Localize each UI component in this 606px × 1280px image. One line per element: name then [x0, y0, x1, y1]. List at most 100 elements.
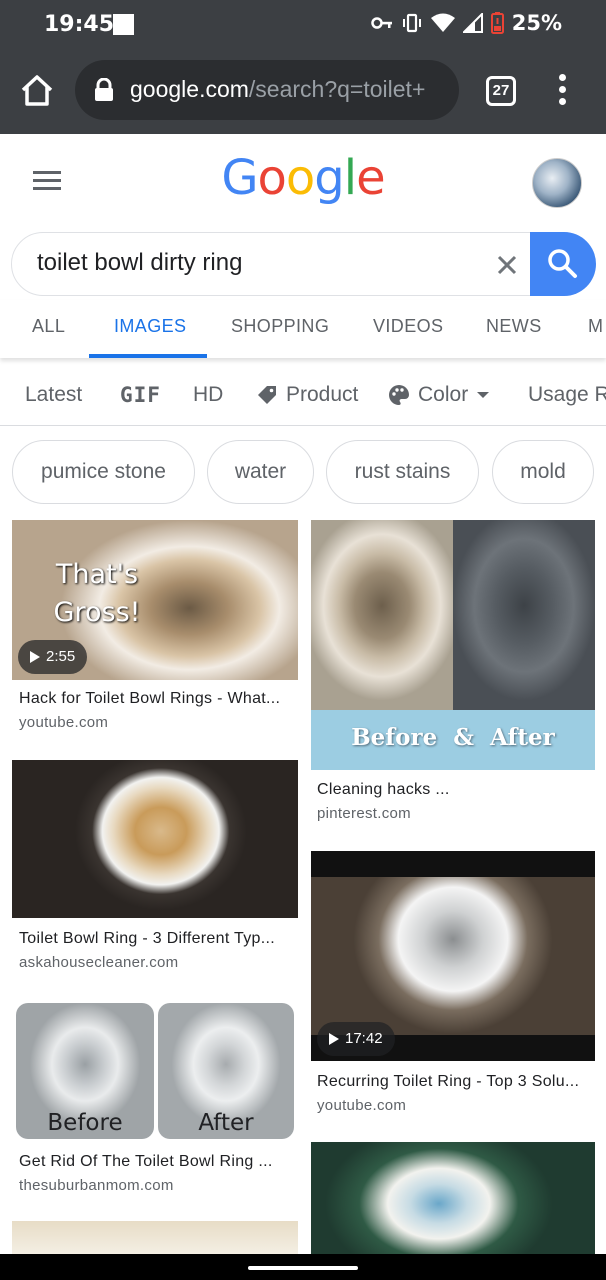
search-input[interactable]: toilet bowl dirty ring — [37, 249, 242, 277]
image-result[interactable]: Before & After Cleaning hacks ... pinter… — [311, 520, 595, 830]
play-icon — [329, 1033, 339, 1045]
logo-letter: l — [343, 150, 357, 206]
result-source: askahousecleaner.com — [19, 954, 179, 971]
result-source: youtube.com — [19, 714, 109, 731]
result-thumbnail: 17:42 — [311, 851, 595, 1061]
url-text: google.com/search?q=toilet+ — [130, 76, 425, 103]
result-source: thesuburbanmom.com — [19, 1177, 174, 1194]
result-source: youtube.com — [317, 1097, 407, 1114]
result-title: Hack for Toilet Bowl Rings - What... — [19, 690, 281, 707]
dropdown-arrow-icon — [477, 392, 490, 398]
filter-hd[interactable]: HD — [193, 383, 223, 407]
tab-videos[interactable]: VIDEOS — [373, 316, 443, 337]
result-title: Cleaning hacks ... — [317, 781, 450, 798]
logo-letter: o — [257, 150, 287, 206]
url-host: google.com — [130, 76, 249, 102]
wifi-icon — [430, 13, 455, 32]
chip-mold[interactable]: mold — [492, 440, 594, 504]
filter-product-label: Product — [286, 383, 359, 406]
logo-letter: g — [314, 150, 344, 206]
search-button[interactable] — [530, 232, 596, 296]
result-thumbnail: That's Gross! 2:55 — [12, 520, 298, 680]
browser-toolbar: google.com/search?q=toilet+ 27 — [0, 48, 606, 134]
search-tabs: ALL IMAGES SHOPPING VIDEOS NEWS M — [0, 300, 606, 358]
search-box[interactable]: toilet bowl dirty ring — [11, 232, 596, 296]
duration-text: 17:42 — [345, 1030, 383, 1047]
vibrate-icon — [402, 13, 421, 33]
status-time: 19:45 — [44, 12, 115, 37]
overlay-caption: That's Gross! — [53, 559, 141, 628]
filter-hd-label: HD — [193, 383, 224, 406]
status-bar: 19:45 25% — [0, 0, 606, 48]
filter-usage-label: Usage R — [528, 383, 606, 406]
notification-icon — [113, 14, 134, 35]
palette-icon — [389, 385, 409, 405]
tab-more[interactable]: M — [588, 316, 603, 337]
address-bar[interactable]: google.com/search?q=toilet+ — [75, 60, 459, 120]
overlay-caption: Before & After — [351, 724, 555, 751]
image-result[interactable]: 17:42 Recurring Toilet Ring - Top 3 Solu… — [311, 851, 595, 1121]
result-thumbnail: Before After — [12, 1000, 298, 1142]
tab-shopping[interactable]: SHOPPING — [231, 316, 329, 337]
duration-text: 2:55 — [46, 648, 76, 665]
result-thumbnail — [12, 760, 298, 918]
filter-latest[interactable]: Latest — [25, 383, 82, 407]
after-photo — [453, 520, 595, 710]
video-duration-badge: 2:55 — [18, 640, 88, 674]
filter-latest-label: Latest — [25, 383, 83, 406]
clear-icon[interactable] — [490, 248, 524, 282]
result-thumbnail — [311, 1142, 595, 1254]
result-title: Toilet Bowl Ring - 3 Different Typ... — [19, 930, 275, 947]
logo-letter: e — [356, 150, 386, 206]
tab-all[interactable]: ALL — [32, 316, 65, 337]
tab-switcher-button[interactable]: 27 — [486, 76, 516, 106]
search-icon — [548, 249, 577, 278]
filter-color-label: Color — [418, 383, 469, 406]
chip-pumice-stone[interactable]: pumice stone — [12, 440, 195, 504]
chip-rust-stains[interactable]: rust stains — [326, 440, 479, 504]
image-result[interactable] — [311, 1142, 595, 1254]
battery-percent: 25% — [511, 11, 562, 35]
tab-news[interactable]: NEWS — [486, 316, 542, 337]
filter-gif-label: GIF — [120, 383, 161, 407]
result-title: Get Rid Of The Toilet Bowl Ring ... — [19, 1153, 273, 1170]
caption-band: Before & After — [311, 710, 595, 770]
result-thumbnail — [12, 1221, 298, 1254]
image-result[interactable]: Toilet Bowl Ring - 3 Different Typ... as… — [12, 760, 298, 980]
overlay-after: After — [198, 1110, 254, 1136]
result-title: Recurring Toilet Ring - Top 3 Solu... — [317, 1073, 580, 1090]
filter-usage-rights[interactable]: Usage R — [528, 383, 606, 407]
video-duration-badge: 17:42 — [317, 1022, 395, 1056]
battery-icon — [490, 12, 504, 34]
overlay-before: Before — [47, 1110, 123, 1136]
google-logo[interactable]: Google — [0, 150, 606, 206]
home-icon[interactable] — [18, 72, 56, 110]
status-icons: 25% — [370, 11, 562, 35]
logo-letter: G — [221, 150, 258, 206]
filter-color[interactable]: Color — [388, 383, 490, 407]
lock-icon — [95, 78, 113, 101]
filter-bar: Latest GIF HD Product Color Usage R — [0, 366, 606, 426]
tab-images[interactable]: IMAGES — [114, 316, 186, 337]
image-result[interactable]: Before After Get Rid Of The Toilet Bowl … — [12, 1000, 298, 1200]
before-photo — [311, 520, 453, 710]
filter-product[interactable]: Product — [256, 383, 358, 407]
filter-gif[interactable]: GIF — [120, 383, 161, 407]
key-icon — [370, 17, 392, 29]
chip-water[interactable]: water — [207, 440, 314, 504]
signal-icon — [462, 13, 483, 33]
overflow-menu-icon[interactable] — [552, 74, 572, 108]
result-thumbnail: Before & After — [311, 520, 595, 770]
image-result[interactable] — [12, 1221, 298, 1254]
account-avatar[interactable] — [532, 158, 582, 208]
image-result[interactable]: That's Gross! 2:55 Hack for Toilet Bowl … — [12, 520, 298, 740]
tag-icon — [258, 386, 276, 404]
system-nav-bar — [0, 1254, 606, 1280]
play-icon — [30, 651, 40, 663]
url-path: /search?q=toilet+ — [248, 76, 426, 102]
result-source: pinterest.com — [317, 805, 411, 822]
letterbox-top — [311, 851, 595, 877]
home-gesture-handle[interactable] — [248, 1266, 358, 1270]
logo-letter: o — [285, 150, 315, 206]
active-tab-indicator — [89, 354, 207, 358]
